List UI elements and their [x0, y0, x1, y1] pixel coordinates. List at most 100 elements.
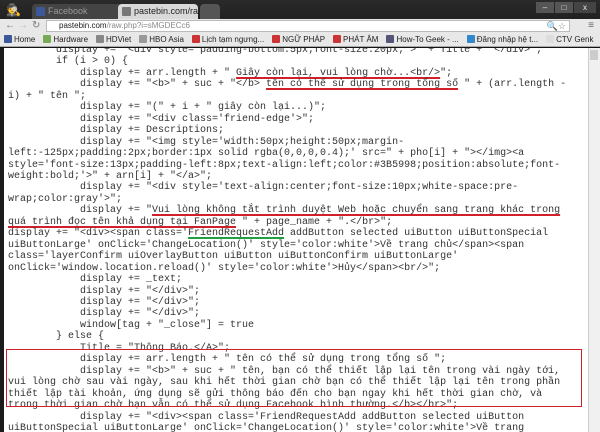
- code-segment: display += "</div>";: [8, 296, 201, 308]
- scrollbar[interactable]: [588, 48, 600, 432]
- bookmark-item[interactable]: Đăng nhập hệ t...: [466, 33, 538, 46]
- code-segment: display += "<img style='width:50px;heigh…: [8, 136, 405, 148]
- code-line: display += "</div>";: [8, 308, 566, 319]
- bookmark-star-icon[interactable]: 🔍☆: [547, 19, 566, 33]
- page-icon: [122, 7, 131, 16]
- bookmark-label: NGỮ PHÁP: [282, 35, 326, 44]
- code-line: display += "<div><span class='FriendRequ…: [8, 412, 566, 423]
- underlined-text: Vui lòng không tắt trình duyệt Web hoặc …: [152, 205, 561, 217]
- code-segment: display += "<div><span class=': [8, 228, 189, 240]
- bookmark-icon: [191, 35, 200, 43]
- tab-label: pastebin.com/raw.p: [134, 6, 198, 16]
- bookmark-label: HBO Asia: [149, 35, 184, 44]
- code-line: display += "<div style='text-align:cente…: [8, 182, 566, 193]
- bookmark-icon: [96, 35, 105, 43]
- code-line: display += "<img style='width:50px;heigh…: [8, 137, 566, 148]
- bookmark-icon: [4, 35, 12, 43]
- bookmark-icon: [333, 35, 342, 43]
- code-segment: uiButtonLarge' onClick='ChangeLocation()…: [8, 239, 525, 251]
- code-segment: addButton selected uiButton uiButtonSpec…: [284, 228, 549, 240]
- bookmark-item[interactable]: CTV Genk: [546, 33, 593, 46]
- code-line: display += arr.length + " Giây còn lại, …: [8, 68, 566, 79]
- tab-label: Facebook: [48, 6, 88, 16]
- menu-icon[interactable]: ≡: [588, 19, 594, 33]
- code-line: if (i > 0) {: [8, 56, 566, 67]
- code-segment: style='font-size:13px;padding-left:8px;t…: [8, 159, 561, 171]
- bookmark-icon: [466, 35, 475, 43]
- code-segment: wrap;color:gray'>";: [8, 193, 123, 205]
- underlined-text: Giây còn lại, vui lòng chờ...<br/>: [236, 67, 441, 79]
- code-line: uiButtonLarge' onClick='ChangeLocation()…: [8, 240, 566, 251]
- tab-pastebin[interactable]: pastebin.com/raw.p ×: [118, 4, 198, 19]
- bookmark-label: Lịch tạm ngưng...: [201, 35, 265, 44]
- underlined-text: FriendRequestAdd: [188, 228, 285, 240]
- code-segment: ";: [440, 67, 453, 79]
- bookmark-item[interactable]: PHÁT ÂM: [333, 33, 378, 46]
- code-line: display += "</div>";: [8, 297, 566, 308]
- bookmark-item[interactable]: NGỮ PHÁP: [272, 33, 325, 46]
- code-segment: class='layerConfirm uiOverlayButton uiBu…: [8, 251, 459, 263]
- tab-facebook[interactable]: Facebook: [32, 4, 124, 19]
- bookmark-item[interactable]: HBO Asia: [139, 33, 184, 46]
- scrollbar-thumb[interactable]: [590, 50, 598, 60]
- back-icon[interactable]: ←: [5, 19, 15, 33]
- bookmarks-bar: Home Hardware HDViet HBO Asia Lịch tạm ngưng…: [0, 33, 600, 47]
- code-line: display += "(" + i + " giây còn lại...)"…: [8, 102, 566, 113]
- bookmark-item[interactable]: Lịch tạm ngưng...: [191, 33, 265, 46]
- code-segment: if (i > 0) {: [8, 56, 129, 68]
- incognito-icon: 🕵: [6, 3, 21, 17]
- new-tab-button[interactable]: [200, 4, 220, 19]
- bookmark-icon: [43, 35, 52, 43]
- code-line: i) + " tên ";: [8, 91, 566, 102]
- browser-chrome: 🕵 Facebook pastebin.com/raw.p × – □ x ← …: [0, 0, 600, 48]
- code-segment: left:-125px;padding:2px;border:1px solid…: [8, 148, 525, 160]
- code-segment: window[tag + "_close"] = true: [8, 319, 255, 331]
- code-segment: weight:bold;'>" + arn[i] + "</a>";: [8, 170, 213, 182]
- code-segment: display += "<div class='friend-edge'>";: [8, 113, 315, 125]
- forward-icon[interactable]: →: [18, 19, 28, 33]
- highlight-box: [6, 349, 582, 407]
- code-segment: display += "<div><span class='FriendRequ…: [8, 411, 525, 423]
- code-line: onClick='window.location.reload()' style…: [8, 263, 566, 274]
- minimize-button[interactable]: –: [536, 2, 554, 13]
- bookmark-icon: [386, 35, 395, 43]
- bookmark-label: HDViet: [106, 35, 132, 44]
- code-segment: " + page_name + ".</br>";: [236, 216, 393, 228]
- code-segment: " + (arr.length -: [458, 79, 567, 91]
- code-segment: display += "<div style='padding-bottom:5…: [8, 48, 543, 56]
- close-button[interactable]: x: [574, 2, 596, 13]
- bookmark-label: How-To Geek - ...: [396, 35, 459, 44]
- window-controls: – □ x: [536, 2, 596, 13]
- bookmark-item[interactable]: Hardware: [43, 33, 88, 46]
- code-line: left:-125px;padding:2px;border:1px solid…: [8, 148, 566, 159]
- bookmark-item[interactable]: Home: [4, 33, 35, 46]
- bookmark-item[interactable]: How-To Geek - ...: [386, 33, 459, 46]
- address-bar[interactable]: pastebin.com/raw.php?i=sMGDECc6: [46, 20, 570, 32]
- code-segment: uiButtonSpecial uiButtonLarge' onClick='…: [8, 422, 525, 432]
- bookmark-label: Home: [14, 35, 36, 44]
- code-line: display += Descriptions;: [8, 125, 566, 136]
- underlined-text: quá trình đọc tên khả dụng tại FanPage: [8, 216, 237, 228]
- code-segment: display += arr.length + ": [8, 67, 237, 79]
- code-line: style='font-size:13px;padding-left:8px;t…: [8, 160, 566, 171]
- code-line: quá trình đọc tên khả dụng tại FanPage "…: [8, 217, 566, 228]
- maximize-button[interactable]: □: [555, 2, 573, 13]
- code-line: weight:bold;'>" + arn[i] + "</a>";: [8, 171, 566, 182]
- bookmark-label: CTV Genk: [556, 35, 594, 44]
- code-segment: display += "<b>" + suc + "</b>: [8, 79, 267, 91]
- navigation-bar: ← → ↻ pastebin.com/raw.php?i=sMGDECc6 🔍☆…: [0, 19, 600, 33]
- bookmark-item[interactable]: HDViet: [96, 33, 131, 46]
- code-line: display += "</div>";: [8, 286, 566, 297]
- reload-icon[interactable]: ↻: [32, 19, 40, 33]
- code-line: } else {: [8, 331, 566, 342]
- code-line: display += _text;: [8, 274, 566, 285]
- code-line: display += "Vui lòng không tắt trình duy…: [8, 205, 566, 216]
- code-line: class='layerConfirm uiOverlayButton uiBu…: [8, 251, 566, 262]
- code-segment: } else {: [8, 331, 105, 343]
- code-line: wrap;color:gray'>";: [8, 194, 566, 205]
- code-line: display += "<div class='friend-edge'>";: [8, 114, 566, 125]
- code-segment: onClick='window.location.reload()' style…: [8, 262, 441, 274]
- code-segment: i) + " tên ";: [8, 90, 87, 102]
- code-line: window[tag + "_close"] = true: [8, 320, 566, 331]
- code-line: display += "<div><span class='FriendRequ…: [8, 228, 566, 239]
